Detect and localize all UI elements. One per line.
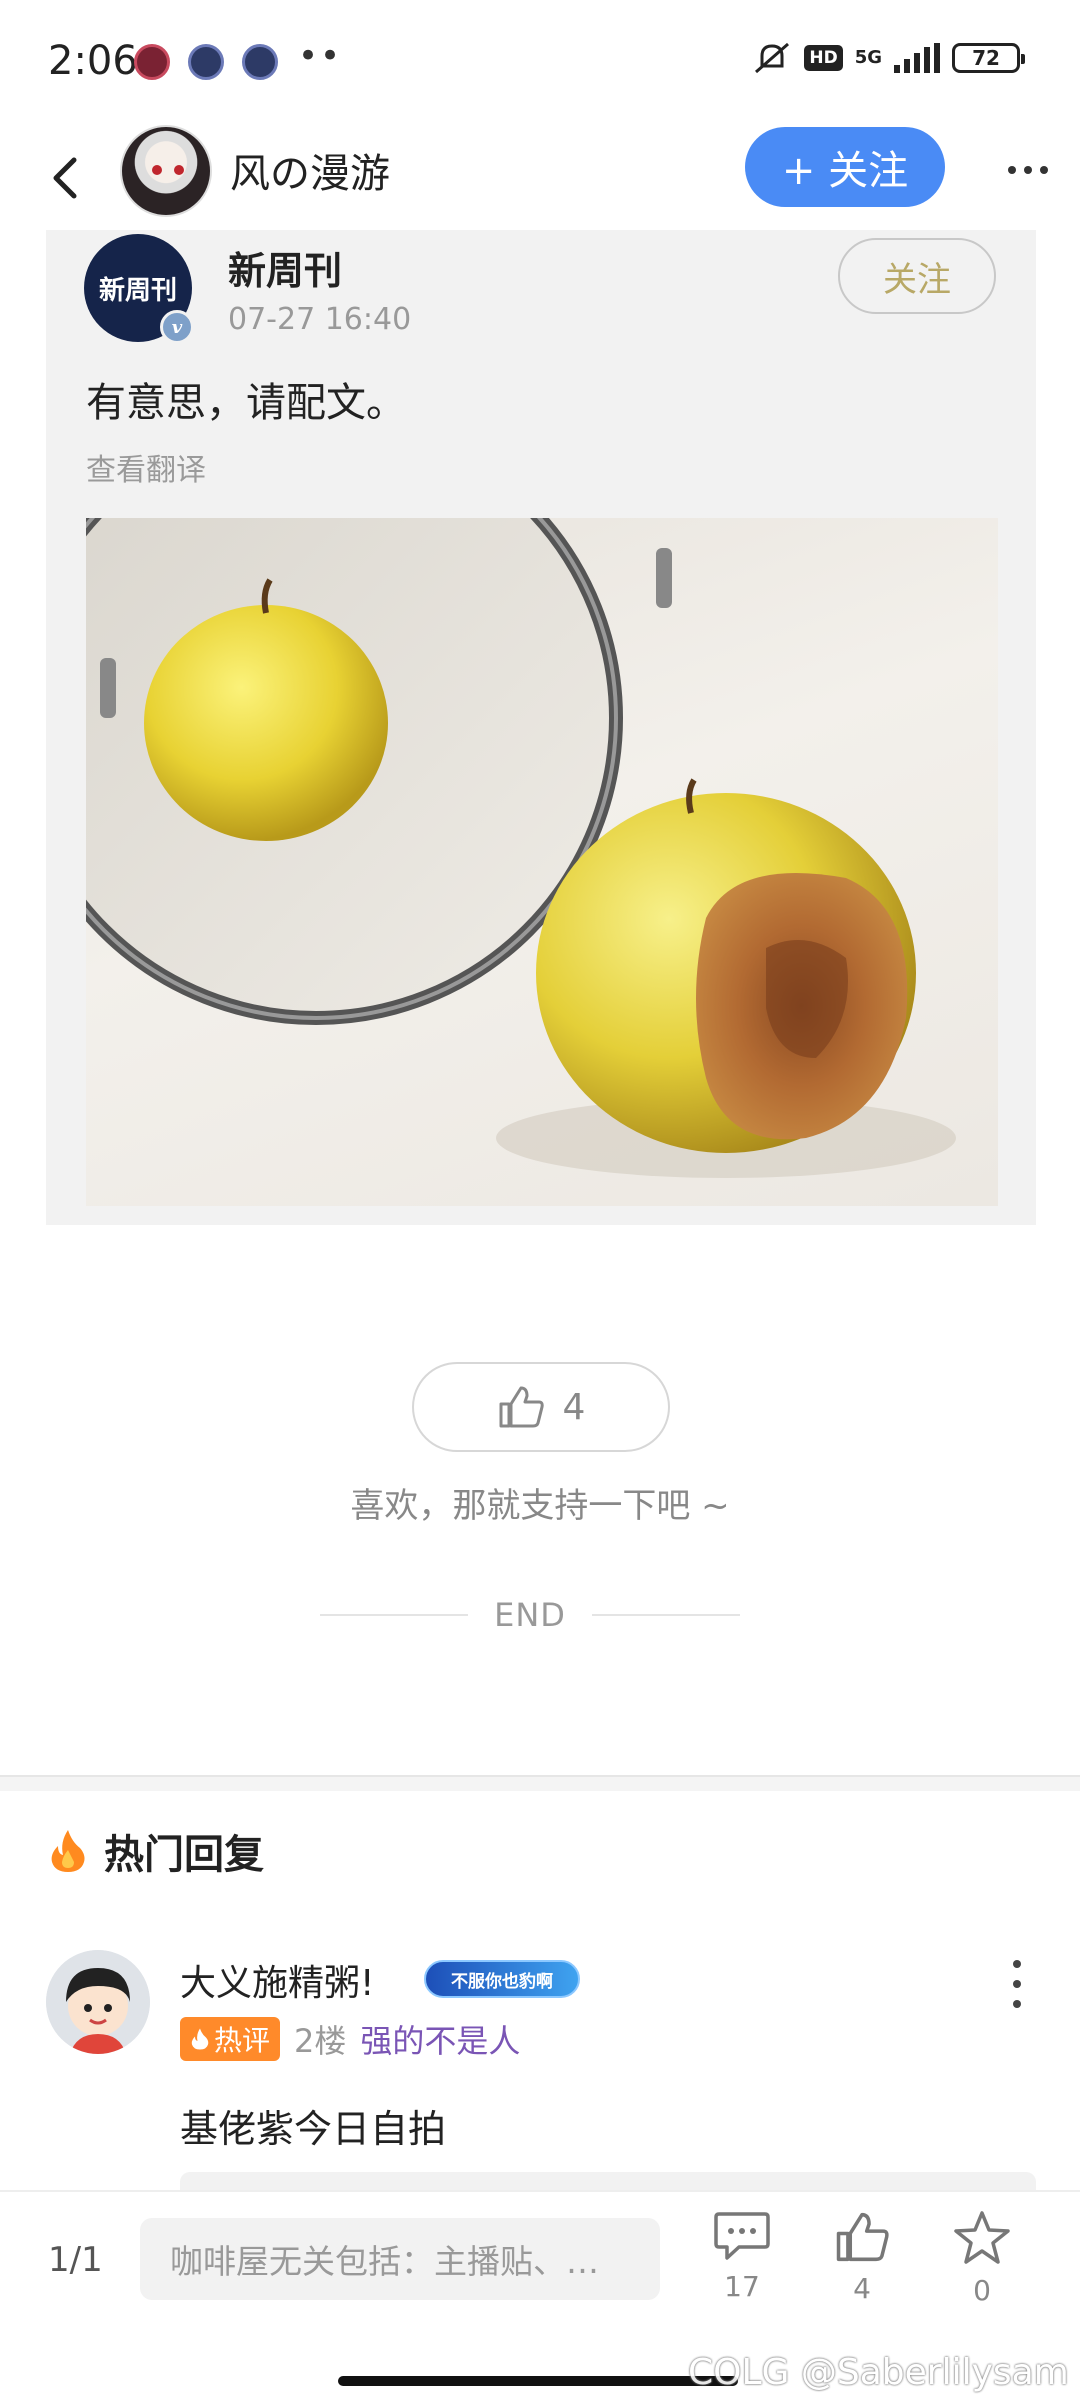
like-caption: 喜欢，那就支持一下吧 ~ <box>350 1486 730 1526</box>
home-indicator[interactable] <box>338 2376 738 2386</box>
end-label: END <box>494 1596 566 1634</box>
post-timestamp: 07-27 16:40 <box>228 302 412 337</box>
translate-link[interactable]: 查看翻译 <box>86 445 206 489</box>
reply-avatar-image <box>46 1950 150 2054</box>
watermark-text: @Saberlilysam <box>800 2352 1069 2393</box>
reply-meta: 热评 2楼 强的不是人 <box>180 2016 520 2062</box>
fire-icon <box>51 1830 85 1872</box>
chevron-left-icon <box>53 157 77 199</box>
like-count: 4 <box>562 1386 586 1428</box>
battery-icon: 72 <box>952 43 1025 73</box>
battery-level: 72 <box>972 46 1000 70</box>
comment-input[interactable]: 咖啡屋无关包括：主播贴、… <box>140 2218 660 2300</box>
watermark: COLG @Saberlilysam <box>688 2352 1069 2393</box>
hot-replies-header: 热门回复 <box>48 1822 264 1880</box>
page-indicator[interactable]: 1/1 <box>48 2240 103 2280</box>
app-notification-icon <box>188 44 224 80</box>
thumbs-up-icon <box>836 2212 889 2262</box>
more-options-button[interactable] <box>998 145 1058 195</box>
comment-count: 17 <box>724 2270 760 2303</box>
status-time: 2:06 <box>48 38 138 84</box>
nav-title[interactable]: 风の漫游 <box>230 141 390 199</box>
star-icon <box>954 2211 1010 2264</box>
signal-icon <box>894 43 940 73</box>
comment-button[interactable]: 17 <box>702 2210 782 2303</box>
more-notifications-icon: •• <box>298 36 343 76</box>
comment-icon <box>714 2212 770 2260</box>
author-name[interactable]: 新周刊 <box>228 240 342 295</box>
thumbs-up-icon <box>499 1386 544 1428</box>
author-avatar[interactable]: 新周刊 v <box>84 234 194 344</box>
follow-button[interactable]: + 关注 <box>745 127 945 207</box>
reply-avatar[interactable] <box>46 1950 150 2054</box>
shared-post-card[interactable]: 新周刊 v 新周刊 07-27 16:40 关注 有意思，请配文。 查看翻译 <box>46 230 1036 1225</box>
verified-icon: v <box>160 310 194 344</box>
network-label: 5G <box>854 47 882 68</box>
system-icons: HD 5G 72 <box>752 40 1025 76</box>
reply-author-name[interactable]: 大义施精粥! <box>180 1954 374 2006</box>
medal-badge[interactable]: 不服你也豹啊 <box>424 1960 580 1998</box>
author-follow-button[interactable]: 关注 <box>838 238 996 314</box>
like-button[interactable]: 4 <box>412 1362 670 1452</box>
post-text: 有意思，请配文。 <box>86 380 406 426</box>
divider-line <box>591 1614 741 1616</box>
watermark-logo: COLG <box>688 2352 790 2393</box>
like-action-button[interactable]: 4 <box>822 2210 902 2305</box>
hot-comment-label: 热评 <box>214 2024 271 2057</box>
fire-icon <box>191 2028 209 2050</box>
mute-vibrate-icon <box>755 42 790 74</box>
like-action-count: 4 <box>853 2272 871 2305</box>
mirror-apple-illustration <box>86 518 956 1178</box>
top-nav: 风の漫游 + 关注 <box>0 125 1080 235</box>
hd-icon: HD <box>804 45 843 71</box>
status-bar: 2:06 •• HD 5G 72 <box>0 0 1080 125</box>
app-notification-icon <box>242 44 278 80</box>
section-divider <box>0 1775 1080 1791</box>
reply-more-button[interactable] <box>1002 1960 1032 2008</box>
app-notification-icon <box>134 44 170 80</box>
avatar-eye <box>152 165 162 175</box>
end-divider: END <box>320 1596 741 1634</box>
floor-number: 2楼 <box>294 2022 347 2060</box>
favorite-count: 0 <box>973 2274 991 2307</box>
user-avatar[interactable] <box>120 125 212 217</box>
favorite-button[interactable]: 0 <box>942 2210 1022 2307</box>
notification-icons <box>134 44 278 80</box>
post-image[interactable] <box>86 518 998 1206</box>
divider-line <box>320 1614 469 1616</box>
hot-comment-badge: 热评 <box>180 2017 281 2061</box>
back-button[interactable] <box>30 143 100 213</box>
reply-text: 基佬紫今日自拍 <box>180 2107 447 2151</box>
mirror-clip <box>100 658 116 718</box>
mirror-clip <box>656 548 672 608</box>
author-avatar-logo: 新周刊 <box>98 275 177 306</box>
user-tag: 强的不是人 <box>360 2022 521 2060</box>
hot-replies-title: 热门回复 <box>104 1832 264 1878</box>
avatar-eye <box>174 165 184 175</box>
